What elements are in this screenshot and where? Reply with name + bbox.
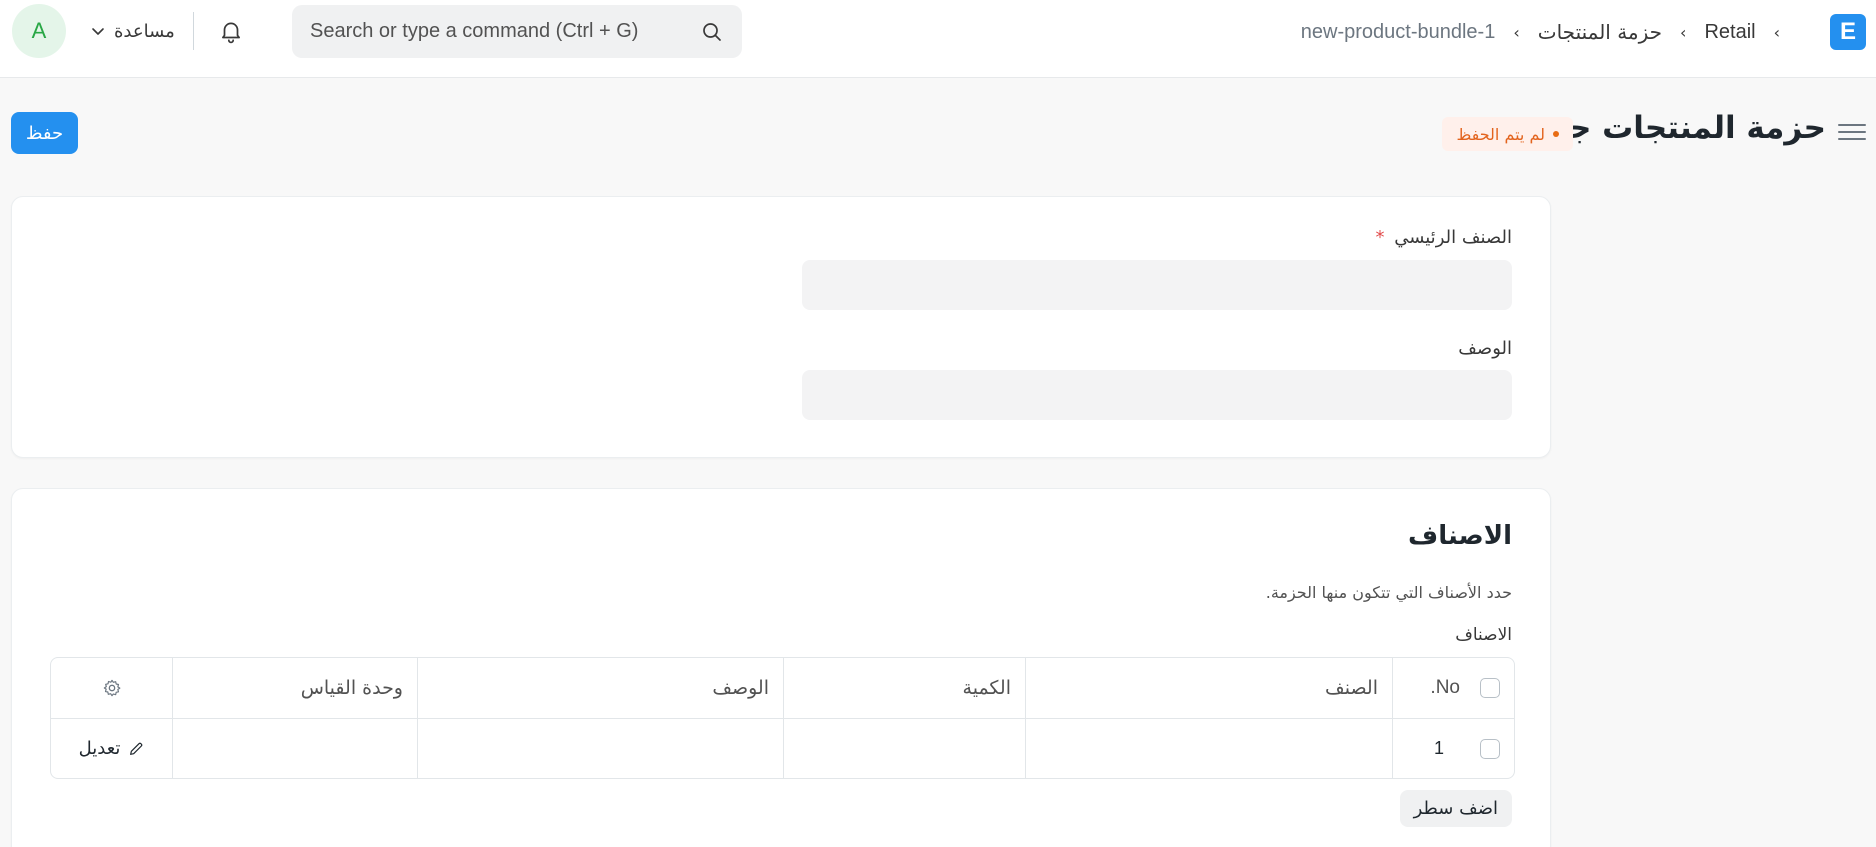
- search-input[interactable]: [310, 20, 690, 43]
- required-mark: *: [1375, 227, 1385, 248]
- row-select-cell: [1466, 719, 1514, 778]
- column-header-qty: الكمية: [783, 658, 1025, 718]
- table-header-row: No. الصنف الكمية الوصف وحدة القياس: [51, 658, 1514, 718]
- breadcrumb-current-doc: new-product-bundle-1: [1300, 20, 1496, 43]
- breadcrumb: › Retail › حزمة المنتجات › new-product-b…: [1295, 14, 1792, 50]
- row-uom-cell[interactable]: [172, 719, 417, 778]
- items-section-title: الاصناف: [1408, 521, 1512, 551]
- nav-divider: [193, 12, 194, 50]
- breadcrumb-product-bundle[interactable]: حزمة المنتجات: [1532, 20, 1668, 44]
- column-settings-cell: [51, 658, 172, 718]
- chevron-down-icon: [92, 28, 104, 35]
- pencil-icon: [130, 742, 143, 755]
- breadcrumb-retail[interactable]: Retail: [1698, 21, 1761, 44]
- row-edit-button[interactable]: تعديل: [79, 738, 145, 759]
- row-edit-label: تعديل: [78, 738, 121, 759]
- search-icon: [703, 22, 721, 41]
- description-input[interactable]: [802, 370, 1512, 420]
- table-row[interactable]: 1 تعديل: [51, 718, 1514, 778]
- avatar[interactable]: A: [12, 4, 66, 58]
- row-qty-cell[interactable]: [783, 719, 1025, 778]
- add-row-button[interactable]: اضف سطر: [1399, 790, 1512, 827]
- app-logo[interactable]: E: [1830, 14, 1866, 50]
- items-table: No. الصنف الكمية الوصف وحدة القياس 1 تعد…: [50, 657, 1515, 779]
- items-section-description: حدد الأصناف التي تتكون منها الحزمة.: [1265, 583, 1512, 602]
- row-item-cell[interactable]: [1025, 719, 1392, 778]
- hamburger-icon[interactable]: [1838, 118, 1866, 146]
- help-label: مساعدة: [114, 20, 175, 42]
- save-button[interactable]: حفظ: [11, 112, 78, 154]
- navbar: A مساعدة › Retail › حزمة المنتجات › new-…: [0, 0, 1876, 78]
- column-header-uom: وحدة القياس: [172, 658, 417, 718]
- row-action-cell: تعديل: [51, 719, 172, 778]
- select-all-checkbox[interactable]: [1480, 678, 1500, 698]
- parent-item-label-text: الصنف الرئيسي: [1394, 227, 1512, 248]
- status-text: لم يتم الحفظ: [1456, 124, 1545, 144]
- select-all-cell: [1466, 658, 1514, 718]
- column-header-description: الوصف: [417, 658, 783, 718]
- status-badge: لم يتم الحفظ: [1442, 117, 1573, 151]
- description-label: الوصف: [1458, 338, 1512, 359]
- notifications-button[interactable]: [216, 16, 246, 46]
- items-table-label: الاصناف: [1455, 625, 1512, 645]
- status-dot: [1553, 131, 1559, 137]
- bell-icon: [222, 22, 240, 44]
- gear-icon[interactable]: [102, 678, 122, 698]
- row-checkbox[interactable]: [1480, 738, 1500, 759]
- column-header-item: الصنف: [1025, 658, 1392, 718]
- breadcrumb-separator: ›: [1773, 22, 1780, 42]
- search-bar: [292, 5, 742, 58]
- breadcrumb-separator: ›: [1513, 22, 1520, 42]
- column-header-no: No.: [1392, 658, 1466, 718]
- row-description-cell[interactable]: [417, 719, 783, 778]
- help-dropdown[interactable]: مساعدة: [90, 14, 175, 48]
- details-card: الصنف الرئيسي * الوصف: [11, 196, 1551, 458]
- row-number: 1: [1392, 719, 1466, 778]
- items-card: الاصناف حدد الأصناف التي تتكون منها الحز…: [11, 488, 1551, 847]
- parent-item-label: الصنف الرئيسي *: [1375, 227, 1512, 248]
- parent-item-input[interactable]: [802, 260, 1512, 310]
- breadcrumb-separator: ›: [1680, 22, 1687, 42]
